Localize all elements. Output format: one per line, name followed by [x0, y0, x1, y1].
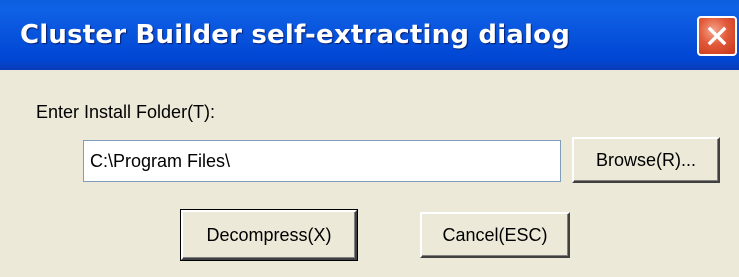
close-button[interactable] — [697, 16, 737, 56]
browse-button[interactable]: Browse(R)... — [572, 137, 720, 183]
window-title: Cluster Builder self-extracting dialog — [20, 20, 571, 50]
dialog-window: Cluster Builder self-extracting dialog E… — [0, 0, 739, 277]
install-folder-label: Enter Install Folder(T): — [36, 102, 216, 122]
decompress-button[interactable]: Decompress(X) — [180, 209, 358, 261]
close-icon — [707, 26, 727, 46]
cancel-button[interactable]: Cancel(ESC) — [420, 212, 570, 258]
title-bar[interactable]: Cluster Builder self-extracting dialog — [0, 0, 739, 70]
install-folder-input[interactable] — [83, 140, 561, 182]
